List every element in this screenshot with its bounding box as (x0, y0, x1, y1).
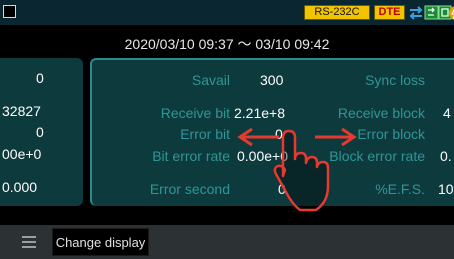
menu-icon[interactable] (22, 236, 36, 248)
swipe-left-arrow-icon (237, 127, 279, 147)
footer-bar: Change display (0, 225, 454, 259)
change-display-button[interactable]: Change display (52, 228, 149, 256)
swipe-right-arrow-icon (315, 127, 357, 147)
hand-pointer-icon (273, 129, 330, 212)
swipe-gesture-overlay (237, 127, 357, 212)
